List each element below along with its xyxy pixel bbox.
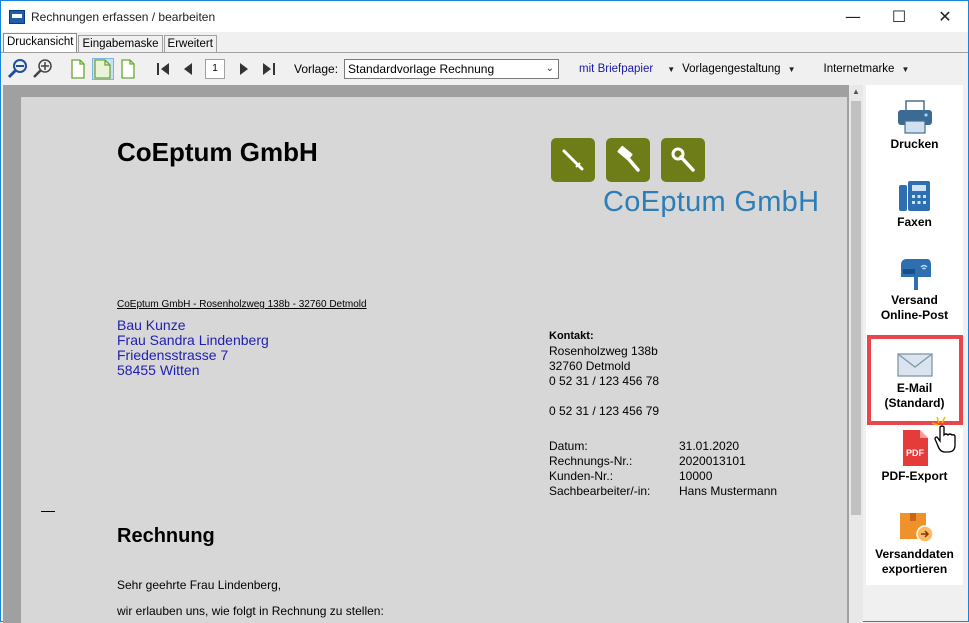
recipient-line: 58455 Witten	[117, 362, 200, 378]
page-width-icon[interactable]	[92, 58, 114, 80]
zoom-in-icon[interactable]	[32, 58, 54, 80]
intro-text: wir erlauben uns, wie folgt in Rechnung …	[117, 604, 384, 618]
close-button[interactable]: ✕	[922, 1, 968, 32]
meta-key: Sachbearbeiter/-in:	[549, 484, 651, 498]
vorlagengestaltung-label: Vorlagengestaltung	[682, 63, 781, 75]
meta-row: Kunden-Nr.: 10000	[549, 469, 777, 484]
print-preview[interactable]: CoEptum GmbH CoEptum GmbH CoEptum GmbH -…	[3, 85, 863, 623]
vorlagengestaltung-dropdown[interactable]: ▼ Vorlagengestaltung ▼	[667, 63, 795, 75]
logo-wordmark: CoEptum GmbH	[603, 186, 820, 218]
view-tabs: Druckansicht Eingabemaske Erweitert	[3, 33, 218, 52]
screwdriver-icon	[551, 138, 595, 182]
document-heading: Rechnung	[117, 525, 215, 547]
online-post-label-2: Online-Post	[880, 308, 949, 322]
meta-row: Sachbearbeiter/-in: Hans Mustermann	[549, 484, 777, 499]
single-page-icon[interactable]	[67, 58, 89, 80]
contact-line: 32760 Detmold	[549, 359, 631, 373]
window-controls: — ☐ ✕	[830, 1, 968, 32]
fax-button[interactable]: Faxen	[866, 177, 963, 230]
last-page-icon[interactable]	[258, 58, 280, 80]
meta-key: Kunden-Nr.:	[549, 469, 614, 483]
tab-druckansicht[interactable]: Druckansicht	[3, 33, 78, 52]
minimize-button[interactable]: —	[830, 1, 876, 32]
meta-value: 31.01.2020	[679, 439, 740, 453]
contact-label: Kontakt:	[549, 330, 594, 342]
hammer-icon	[606, 138, 650, 182]
document-page: CoEptum GmbH CoEptum GmbH CoEptum GmbH -…	[21, 97, 847, 623]
next-page-icon[interactable]	[233, 58, 255, 80]
export-label-1: Versanddaten	[875, 547, 954, 561]
first-page-icon[interactable]	[152, 58, 174, 80]
recipient-line: Bau Kunze	[117, 317, 186, 333]
fax-label: Faxen	[897, 215, 932, 229]
tab-erweitert[interactable]: Erweitert	[163, 35, 217, 52]
recipient-address: Bau Kunze Frau Sandra Lindenberg Frieden…	[117, 318, 269, 378]
toolbar: 1 Vorlage: Standardvorlage Rechnung ⌄ mi…	[1, 53, 968, 85]
internetmarke-label: Internetmarke	[823, 63, 895, 75]
dropdown-caret-icon: ▼	[787, 64, 796, 74]
vorlage-select-value: Standardvorlage Rechnung	[348, 62, 495, 76]
print-label: Drucken	[890, 137, 939, 151]
hand-cursor-icon	[931, 415, 959, 458]
vorlage-select[interactable]: Standardvorlage Rechnung ⌄	[344, 59, 560, 79]
pdf-icon-text: PDF	[906, 448, 925, 458]
online-post-button[interactable]: Versand Online-Post	[866, 255, 963, 323]
company-logo	[551, 138, 716, 182]
recipient-line: Frau Sandra Lindenberg	[117, 332, 269, 348]
dropdown-caret-icon: ▼	[667, 64, 676, 74]
previous-page-icon[interactable]	[177, 58, 199, 80]
printer-icon	[866, 99, 963, 135]
wrench-icon	[661, 138, 705, 182]
pdf-label: PDF-Export	[881, 469, 948, 483]
online-post-label-1: Versand	[891, 293, 938, 307]
tab-eingabemaske[interactable]: Eingabemaske	[78, 35, 163, 52]
sender-line: CoEptum GmbH - Rosenholzweg 138b - 32760…	[117, 299, 367, 310]
meta-key: Datum:	[549, 439, 588, 453]
contact-line: Rosenholzweg 138b	[549, 344, 658, 358]
print-button[interactable]: Drucken	[866, 99, 963, 152]
maximize-button[interactable]: ☐	[876, 1, 922, 32]
fax-icon	[866, 177, 963, 213]
briefpapier-toggle[interactable]: mit Briefpapier	[579, 63, 653, 75]
contact-line: 0 52 31 / 123 456 78	[549, 374, 660, 388]
email-highlight-frame	[867, 335, 963, 425]
fold-mark	[41, 511, 55, 512]
package-export-icon	[866, 507, 963, 545]
internetmarke-dropdown[interactable]: Internetmarke ▼	[824, 63, 910, 75]
page-number-input[interactable]: 1	[205, 59, 225, 79]
mailbox-icon	[866, 255, 963, 291]
vorlage-label: Vorlage:	[294, 62, 339, 76]
contact-block: Kontakt: Rosenholzweg 138b 32760 Detmold…	[549, 329, 659, 419]
meta-row: Rechnungs-Nr.: 2020013101	[549, 454, 777, 469]
app-window: Rechnungen erfassen / bearbeiten — ☐ ✕ D…	[0, 0, 969, 623]
vertical-scrollbar[interactable]: ▲	[849, 85, 863, 623]
export-label-2: exportieren	[881, 562, 948, 576]
company-heading: CoEptum GmbH	[117, 137, 318, 167]
recipient-line: Friedensstrasse 7	[117, 347, 229, 363]
zoom-out-icon[interactable]	[7, 58, 29, 80]
invoice-meta: Datum: 31.01.2020 Rechnungs-Nr.: 202001310…	[549, 439, 777, 499]
salutation: Sehr geehrte Frau Lindenberg,	[117, 578, 282, 592]
meta-value: 10000	[679, 469, 713, 483]
full-page-icon[interactable]	[117, 58, 139, 80]
dropdown-caret-icon: ▼	[901, 64, 910, 74]
scrollbar-thumb[interactable]	[851, 101, 861, 515]
scroll-up-icon[interactable]: ▲	[849, 85, 863, 99]
window-title: Rechnungen erfassen / bearbeiten	[31, 9, 216, 24]
meta-value: Hans Mustermann	[679, 484, 778, 498]
meta-value: 2020013101	[679, 454, 746, 468]
meta-row: Datum: 31.01.2020	[549, 439, 777, 454]
meta-key: Rechnungs-Nr.:	[549, 454, 633, 468]
export-shipping-data-button[interactable]: Versanddaten exportieren	[866, 507, 963, 577]
chevron-down-icon: ⌄	[545, 63, 555, 74]
fax-number: 0 52 31 / 123 456 79	[549, 404, 660, 418]
app-icon	[9, 9, 25, 24]
title-bar: Rechnungen erfassen / bearbeiten — ☐ ✕	[1, 1, 968, 32]
